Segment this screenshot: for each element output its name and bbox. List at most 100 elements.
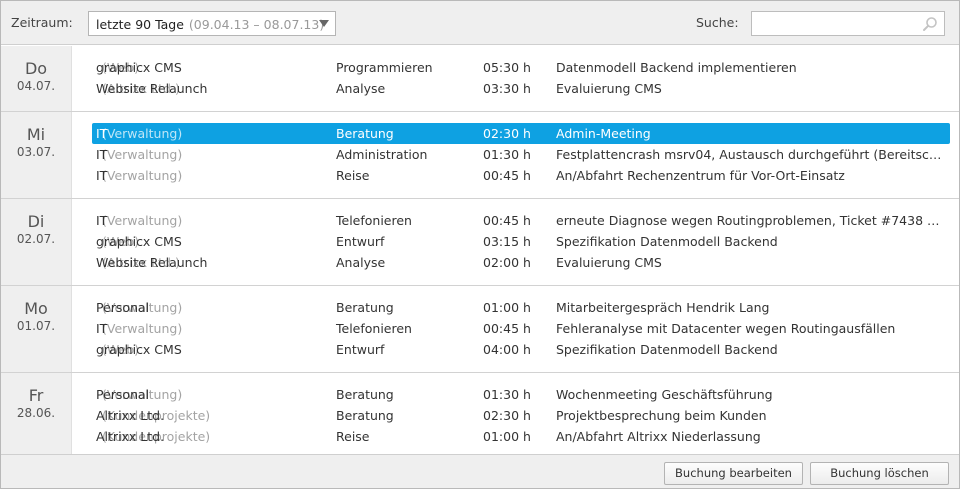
project-name: Altrixx Ltd.	[96, 429, 165, 444]
search-label: Suche:	[696, 15, 739, 30]
duration-cell: 02:30 h	[483, 126, 531, 141]
description-cell: Projektbesprechung beim Kunden	[556, 408, 767, 423]
bookings-list: Do 04.07. graphicx CMS (Web) Programmieren 05…	[1, 46, 959, 460]
activity-cell: Administration	[336, 147, 428, 162]
duration-cell: 04:00 h	[483, 342, 531, 357]
project-cell: IT (Verwaltung)	[96, 165, 182, 186]
project-name: Website Relaunch	[96, 255, 208, 270]
range-dates: (09.04.13 – 08.07.13)	[188, 17, 325, 32]
booking-row[interactable]: IT (Verwaltung) Telefonieren 00:45 h erneute…	[92, 210, 959, 231]
duration-cell: 00:45 h	[483, 213, 531, 228]
action-footer: Buchung bearbeiten Buchung löschen	[1, 454, 959, 488]
weekday-label: Di	[27, 212, 45, 231]
project-cell: IT (Verwaltung)	[96, 144, 182, 165]
project-name: Personal	[96, 387, 150, 402]
booking-row[interactable]: Personal (Verwaltung) Beratung 01:00 h Mitar…	[92, 297, 959, 318]
booking-row[interactable]: Personal (Verwaltung) Beratung 01:30 h Woche…	[92, 384, 959, 405]
weekday-label: Mi	[26, 125, 46, 144]
date-label: 01.07.	[16, 319, 56, 333]
weekday-label: Do	[24, 59, 48, 78]
duration-cell: 03:15 h	[483, 234, 531, 249]
activity-cell: Beratung	[336, 408, 394, 423]
project-name: IT	[96, 147, 108, 162]
booking-row[interactable]: IT (Verwaltung) Administration 01:30 h Festp…	[92, 144, 959, 165]
search-box	[751, 11, 945, 36]
client-name: (Verwaltung)	[102, 213, 183, 228]
project-name: IT	[96, 321, 108, 336]
weekday-label: Mo	[24, 299, 48, 318]
duration-cell: 00:45 h	[483, 168, 531, 183]
activity-cell: Beratung	[336, 126, 394, 141]
project-cell: graphicx CMS (Web)	[96, 231, 182, 252]
duration-cell: 01:00 h	[483, 429, 531, 444]
duration-cell: 01:00 h	[483, 300, 531, 315]
day-group: Do 04.07. graphicx CMS (Web) Programmieren 05…	[1, 46, 959, 112]
project-name: IT	[96, 213, 108, 228]
project-cell: graphicx CMS (Web)	[96, 57, 182, 78]
description-cell: Datenmodell Backend implementieren	[556, 60, 797, 75]
description-cell: An/Abfahrt Rechenzentrum für Vor-Ort-Ein…	[556, 168, 845, 183]
activity-cell: Reise	[336, 168, 370, 183]
booking-row[interactable]: IT (Verwaltung) Telefonieren 00:45 h Fehlera…	[92, 318, 959, 339]
booking-row[interactable]: Website Relaunch (Altrixx Ltd.) Analyse 03:…	[92, 78, 959, 99]
project-cell: Website Relaunch (Altrixx Ltd.)	[96, 252, 207, 273]
booking-row[interactable]: IT (Verwaltung) Beratung 02:30 h Admin-Meeti…	[92, 123, 950, 144]
description-cell: Spezifikation Datenmodell Backend	[556, 342, 778, 357]
duration-cell: 00:45 h	[483, 321, 531, 336]
date-label: 02.07.	[16, 232, 56, 246]
client-name: (Verwaltung)	[102, 168, 183, 183]
project-cell: Personal (Verwaltung)	[96, 297, 182, 318]
project-cell: IT (Verwaltung)	[96, 210, 182, 231]
project-cell: IT (Verwaltung)	[96, 123, 182, 144]
range-select-value: letzte 90 Tage (09.04.13 – 08.07.13)	[96, 17, 324, 32]
chevron-down-icon[interactable]	[319, 20, 329, 27]
project-name: graphicx CMS	[96, 234, 182, 249]
entry-list: graphicx CMS (Web) Programmieren 05:30 h Dat…	[92, 46, 959, 111]
entry-list: Personal (Verwaltung) Beratung 01:00 h Mitar…	[92, 286, 959, 372]
description-cell: Wochenmeeting Geschäftsführung	[556, 387, 773, 402]
booking-row[interactable]: IT (Verwaltung) Reise 00:45 h An/Abfahrt Rec…	[92, 165, 959, 186]
project-cell: Altrixx Ltd. (Kundenprojekte)	[96, 426, 210, 447]
booking-row[interactable]: graphicx CMS (Web) Entwurf 03:15 h Spezifika…	[92, 231, 959, 252]
delete-booking-button[interactable]: Buchung löschen	[810, 462, 949, 485]
client-name: (Verwaltung)	[102, 126, 183, 141]
description-cell: Evaluierung CMS	[556, 81, 662, 96]
project-name: Personal	[96, 300, 150, 315]
activity-cell: Beratung	[336, 300, 394, 315]
filter-toolbar: Zeitraum: letzte 90 Tage (09.04.13 – 08.0…	[1, 1, 959, 45]
search-input[interactable]	[752, 12, 922, 35]
entry-list: IT (Verwaltung) Telefonieren 00:45 h erneute…	[92, 199, 959, 285]
project-name: Website Relaunch	[96, 81, 208, 96]
activity-cell: Entwurf	[336, 342, 385, 357]
date-label: 28.06.	[16, 406, 56, 420]
entry-list: IT (Verwaltung) Beratung 02:30 h Admin-Meeti…	[92, 112, 959, 198]
booking-row[interactable]: Altrixx Ltd. (Kundenprojekte) Reise 01:00 h…	[92, 426, 959, 447]
range-select[interactable]: letzte 90 Tage (09.04.13 – 08.07.13)	[88, 11, 336, 36]
description-cell: Spezifikation Datenmodell Backend	[556, 234, 778, 249]
day-group: Mi 03.07. IT (Verwaltung) Beratung 02:30 h Adm…	[1, 112, 959, 199]
booking-row[interactable]: Website Relaunch (Altrixx Ltd.) Analyse 02:…	[92, 252, 959, 273]
day-group: Mo 01.07. Personal (Verwaltung) Beratung 01:0…	[1, 286, 959, 373]
entry-list: Personal (Verwaltung) Beratung 01:30 h Woche…	[92, 373, 959, 459]
day-header: Mo 01.07.	[1, 286, 72, 372]
project-name: Altrixx Ltd.	[96, 408, 165, 423]
day-group: Di 02.07. IT (Verwaltung) Telefonieren 00:45 …	[1, 199, 959, 286]
edit-booking-button[interactable]: Buchung bearbeiten	[664, 462, 803, 485]
project-cell: Altrixx Ltd. (Kundenprojekte)	[96, 405, 210, 426]
client-name: (Verwaltung)	[102, 321, 183, 336]
date-label: 03.07.	[16, 145, 56, 159]
day-header: Di 02.07.	[1, 199, 72, 285]
duration-cell: 02:00 h	[483, 255, 531, 270]
duration-cell: 05:30 h	[483, 60, 531, 75]
activity-cell: Beratung	[336, 387, 394, 402]
booking-row[interactable]: graphicx CMS (Web) Programmieren 05:30 h Dat…	[92, 57, 959, 78]
range-label: Zeitraum:	[11, 15, 73, 30]
activity-cell: Reise	[336, 429, 370, 444]
project-name: IT	[96, 126, 108, 141]
magnifier-icon[interactable]	[922, 16, 938, 32]
booking-row[interactable]: Altrixx Ltd. (Kundenprojekte) Beratung 02:3…	[92, 405, 959, 426]
activity-cell: Telefonieren	[336, 321, 412, 336]
day-header: Mi 03.07.	[1, 112, 72, 198]
description-cell: Admin-Meeting	[556, 126, 651, 141]
booking-row[interactable]: graphicx CMS (Web) Entwurf 04:00 h Spezifika…	[92, 339, 959, 360]
